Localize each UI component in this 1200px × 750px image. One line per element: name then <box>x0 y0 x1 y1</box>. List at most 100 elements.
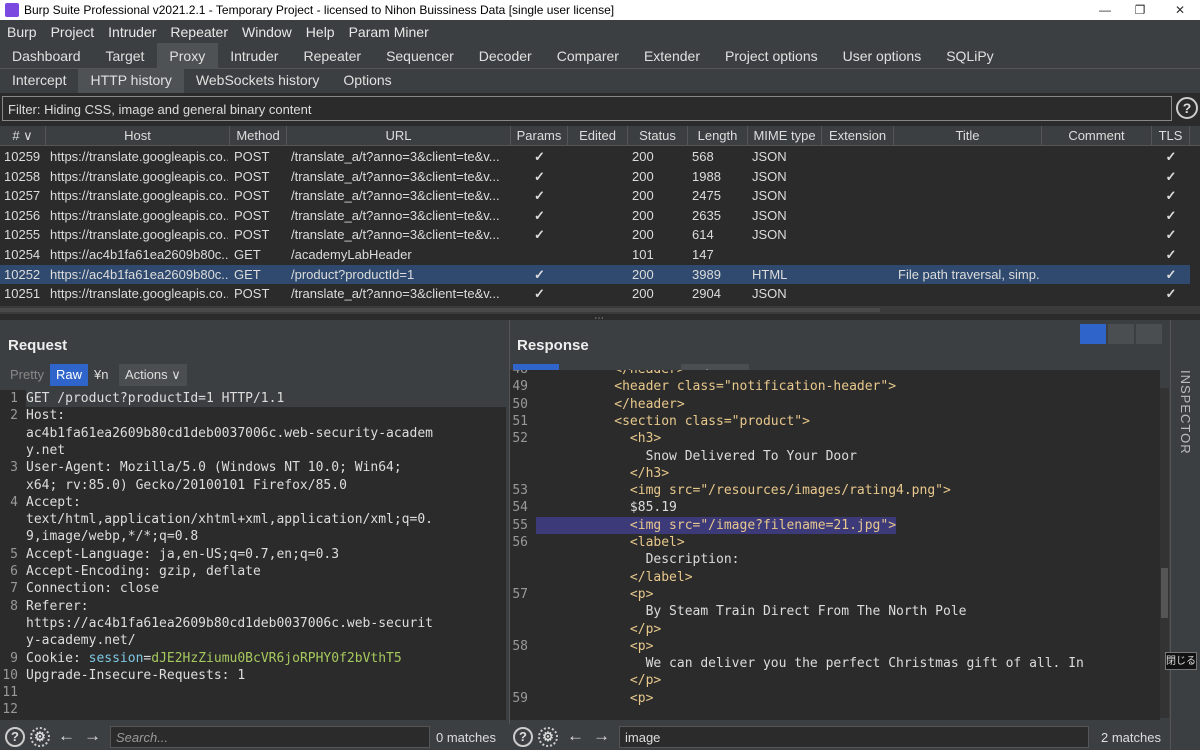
subtab-websockets-history[interactable]: WebSockets history <box>184 69 331 93</box>
line-number: 9 <box>10 650 18 666</box>
menu-item-repeater[interactable]: Repeater <box>163 24 235 40</box>
column-header-3[interactable]: URL <box>287 126 511 146</box>
cell-status: 200 <box>632 286 654 302</box>
close-button[interactable]: ✕ <box>1160 0 1200 20</box>
line-number: 54 <box>512 500 528 516</box>
column-header-8[interactable]: MIME type <box>748 126 822 146</box>
settings-gear-icon[interactable]: ⚙ <box>538 727 558 747</box>
minimize-button[interactable]: — <box>1085 0 1125 20</box>
column-header-0[interactable]: # ∨ <box>0 126 46 146</box>
table-row[interactable]: 10254 https://ac4b1fa61ea2609b80c... GET/a… <box>0 245 1190 265</box>
previous-arrow-icon[interactable]: ← <box>58 726 75 746</box>
column-header-6[interactable]: Status <box>628 126 688 146</box>
line-number: 56 <box>512 535 528 550</box>
cell-status: 200 <box>632 227 654 243</box>
menu-item-project[interactable]: Project <box>44 24 102 40</box>
tab-intruder[interactable]: Intruder <box>218 43 291 69</box>
filter-bar[interactable]: Filter: Hiding CSS, image and general bi… <box>2 96 1172 121</box>
menu-item-intruder[interactable]: Intruder <box>101 24 163 40</box>
column-header-12[interactable]: TLS <box>1152 126 1190 146</box>
tab-dashboard[interactable]: Dashboard <box>0 43 94 69</box>
restore-button[interactable]: ❐ <box>1120 0 1160 20</box>
cell-tls: ✓ <box>1165 247 1177 262</box>
table-row[interactable]: 10257 https://translate.googleapis.co... P… <box>0 186 1190 206</box>
line-number: 50 <box>512 396 528 412</box>
request-raw-button[interactable]: Raw <box>50 364 89 386</box>
subtab-options[interactable]: Options <box>331 69 403 93</box>
response-line: Description: <box>536 552 740 568</box>
request-line: Upgrade-Insecure-Requests: 1 <box>26 667 246 683</box>
help-icon[interactable]: ? <box>513 727 533 747</box>
request-search-input[interactable]: Search... <box>110 726 430 748</box>
column-header-4[interactable]: Params <box>511 126 568 146</box>
response-line: We can deliver you the perfect Christmas… <box>536 656 1084 672</box>
table-row[interactable]: 10252 https://ac4b1fa61ea2609b80c... GET/p… <box>0 264 1190 285</box>
table-row[interactable]: 10259 https://translate.googleapis.co... P… <box>0 147 1190 167</box>
table-row[interactable]: 10251 https://translate.googleapis.co... P… <box>0 284 1190 304</box>
cell-host: https://translate.googleapis.co... <box>50 188 228 204</box>
tab-extender[interactable]: Extender <box>632 43 713 69</box>
tab-decoder[interactable]: Decoder <box>467 43 545 69</box>
menu-item-help[interactable]: Help <box>299 24 342 40</box>
tab-sqlipy[interactable]: SQLiPy <box>934 43 1006 69</box>
subtab-http-history[interactable]: HTTP history <box>78 69 184 93</box>
help-icon[interactable]: ? <box>5 727 25 747</box>
cell-method: GET <box>234 266 261 282</box>
cell-length: 2635 <box>692 207 721 223</box>
inspector-label[interactable]: INSPECTOR <box>1178 370 1193 455</box>
tab-sequencer[interactable]: Sequencer <box>374 43 467 69</box>
cell-status: 200 <box>632 207 654 223</box>
cell-params: ✓ <box>534 286 545 302</box>
request-editor[interactable]: 1 2 3 4 5 6 7 8 9 10 11 12 GET /product?productId=1… <box>0 390 506 720</box>
split-horizontal-icon[interactable] <box>1080 324 1106 344</box>
response-line: <label> <box>536 535 685 550</box>
request-line: Connection: close <box>26 581 160 597</box>
next-arrow-icon[interactable]: → <box>593 726 610 746</box>
help-icon[interactable]: ? <box>1176 97 1198 119</box>
split-vertical-icon[interactable] <box>1108 324 1134 344</box>
response-line: <p> <box>536 586 654 602</box>
column-header-10[interactable]: Title <box>894 126 1042 146</box>
column-header-2[interactable]: Method <box>230 126 287 146</box>
cell-mime: HTML <box>752 266 788 282</box>
tab-proxy[interactable]: Proxy <box>157 43 219 69</box>
table-row[interactable]: 10256 https://translate.googleapis.co... P… <box>0 206 1190 226</box>
request-newline-button[interactable]: ¥n <box>88 364 114 386</box>
settings-gear-icon[interactable]: ⚙ <box>30 727 50 747</box>
cell-num: 10254 <box>4 247 41 262</box>
response-line: </p> <box>536 673 662 689</box>
menu-item-param-miner[interactable]: Param Miner <box>342 24 436 40</box>
response-line: <img src="/resources/images/rating4.png"… <box>536 483 951 499</box>
cell-url: /translate_a/t?anno=3&client=te&v... <box>291 286 500 302</box>
table-row[interactable]: 10258 https://translate.googleapis.co... P… <box>0 167 1190 187</box>
response-editor[interactable]: 48495051 52 535455 56 57 58 59 </header> <head… <box>510 370 1160 720</box>
tab-repeater[interactable]: Repeater <box>291 43 374 69</box>
menu-item-window[interactable]: Window <box>235 24 299 40</box>
cell-url: /academyLabHeader <box>291 247 412 262</box>
tab-user-options[interactable]: User options <box>831 43 935 69</box>
response-line: By Steam Train Direct From The North Pol… <box>536 604 967 620</box>
line-number: 11 <box>2 685 18 701</box>
tab-comparer[interactable]: Comparer <box>545 43 632 69</box>
response-search-input[interactable]: image <box>619 726 1089 748</box>
tab-target[interactable]: Target <box>94 43 158 69</box>
column-header-1[interactable]: Host <box>46 126 230 146</box>
request-line: Referer: <box>26 598 89 614</box>
next-arrow-icon[interactable]: → <box>84 726 101 746</box>
previous-arrow-icon[interactable]: ← <box>567 726 584 746</box>
table-row[interactable]: 10255 https://translate.googleapis.co... P… <box>0 225 1190 245</box>
cell-host: https://translate.googleapis.co... <box>50 286 228 302</box>
column-header-7[interactable]: Length <box>688 126 748 146</box>
subtab-intercept[interactable]: Intercept <box>0 69 78 93</box>
request-actions-button[interactable]: Actions ∨ <box>119 364 187 386</box>
column-header-9[interactable]: Extension <box>822 126 894 146</box>
cell-mime: JSON <box>752 188 787 204</box>
column-header-11[interactable]: Comment <box>1042 126 1152 146</box>
tab-project-options[interactable]: Project options <box>713 43 831 69</box>
cell-num: 10255 <box>4 227 41 243</box>
column-header-5[interactable]: Edited <box>568 126 628 146</box>
cell-num: 10251 <box>4 286 41 302</box>
menu-item-burp[interactable]: Burp <box>0 24 44 40</box>
request-pretty-button[interactable]: Pretty <box>4 364 50 386</box>
single-pane-icon[interactable] <box>1136 324 1162 344</box>
